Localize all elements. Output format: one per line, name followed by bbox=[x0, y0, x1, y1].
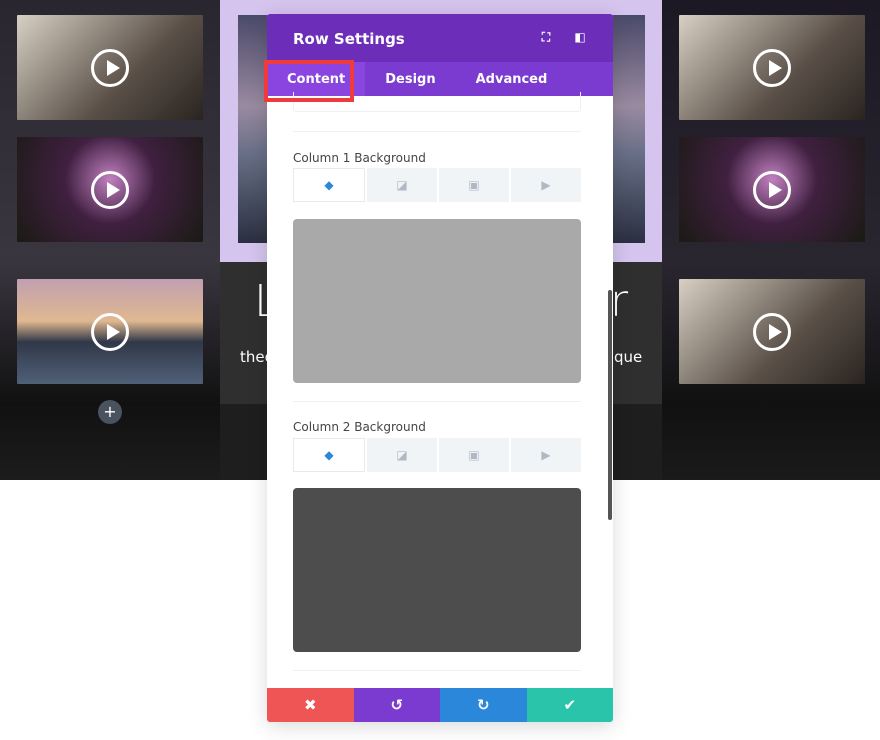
add-row-button[interactable]: + bbox=[98, 400, 122, 424]
play-icon[interactable] bbox=[753, 312, 791, 351]
play-icon[interactable] bbox=[91, 170, 129, 209]
play-icon[interactable] bbox=[753, 48, 791, 87]
image-icon[interactable]: ▣ bbox=[439, 168, 509, 202]
gradient-icon[interactable]: ◪ bbox=[367, 168, 437, 202]
play-icon[interactable] bbox=[753, 170, 791, 209]
text-fragment: que bbox=[614, 348, 643, 366]
color-bucket-icon[interactable]: ◆ bbox=[293, 438, 365, 472]
undo-button[interactable]: ↺ bbox=[353, 688, 440, 722]
row-settings-modal: Row Settings ⛶ ◧ Content Design Advanced… bbox=[267, 14, 613, 722]
video-thumbnail[interactable] bbox=[679, 15, 865, 120]
divider bbox=[293, 670, 581, 671]
video-icon[interactable]: ▶ bbox=[511, 168, 581, 202]
divider bbox=[293, 131, 581, 132]
modal-body: Column 1 Background ◆ ◪ ▣ ▶ Column 2 Bac… bbox=[267, 92, 613, 688]
video-thumbnail[interactable] bbox=[679, 137, 865, 242]
column-2-background-label: Column 2 Background bbox=[293, 420, 426, 434]
modal-header: Row Settings ⛶ ◧ bbox=[267, 14, 613, 62]
column-1-background-tabs: ◆ ◪ ▣ ▶ bbox=[293, 168, 581, 202]
highlight-box bbox=[264, 60, 354, 102]
video-thumbnail[interactable] bbox=[17, 137, 203, 242]
save-button[interactable]: ✔ bbox=[526, 688, 613, 722]
color-bucket-icon[interactable]: ◆ bbox=[293, 168, 365, 202]
video-thumbnail[interactable] bbox=[17, 279, 203, 384]
divider bbox=[293, 401, 581, 402]
play-icon[interactable] bbox=[91, 48, 129, 87]
gradient-icon[interactable]: ◪ bbox=[367, 438, 437, 472]
modal-title: Row Settings bbox=[293, 30, 405, 48]
image-icon[interactable]: ▣ bbox=[439, 438, 509, 472]
column-1-color-preview[interactable] bbox=[293, 219, 581, 383]
fullscreen-icon[interactable]: ⛶ bbox=[539, 30, 553, 44]
cancel-button[interactable]: ✖ bbox=[267, 688, 354, 722]
column-1-background-label: Column 1 Background bbox=[293, 151, 426, 165]
column-2-background-tabs: ◆ ◪ ▣ ▶ bbox=[293, 438, 581, 472]
scrollbar[interactable] bbox=[608, 290, 612, 520]
split-view-icon[interactable]: ◧ bbox=[573, 30, 587, 44]
video-thumbnail[interactable] bbox=[679, 279, 865, 384]
video-icon[interactable]: ▶ bbox=[511, 438, 581, 472]
modal-footer: ✖ ↺ ↻ ✔ bbox=[267, 688, 613, 722]
video-thumbnail[interactable] bbox=[17, 15, 203, 120]
play-icon[interactable] bbox=[91, 312, 129, 351]
tab-advanced[interactable]: Advanced bbox=[456, 62, 568, 96]
redo-button[interactable]: ↻ bbox=[440, 688, 527, 722]
column-2-color-preview[interactable] bbox=[293, 488, 581, 652]
tab-design[interactable]: Design bbox=[365, 62, 455, 96]
